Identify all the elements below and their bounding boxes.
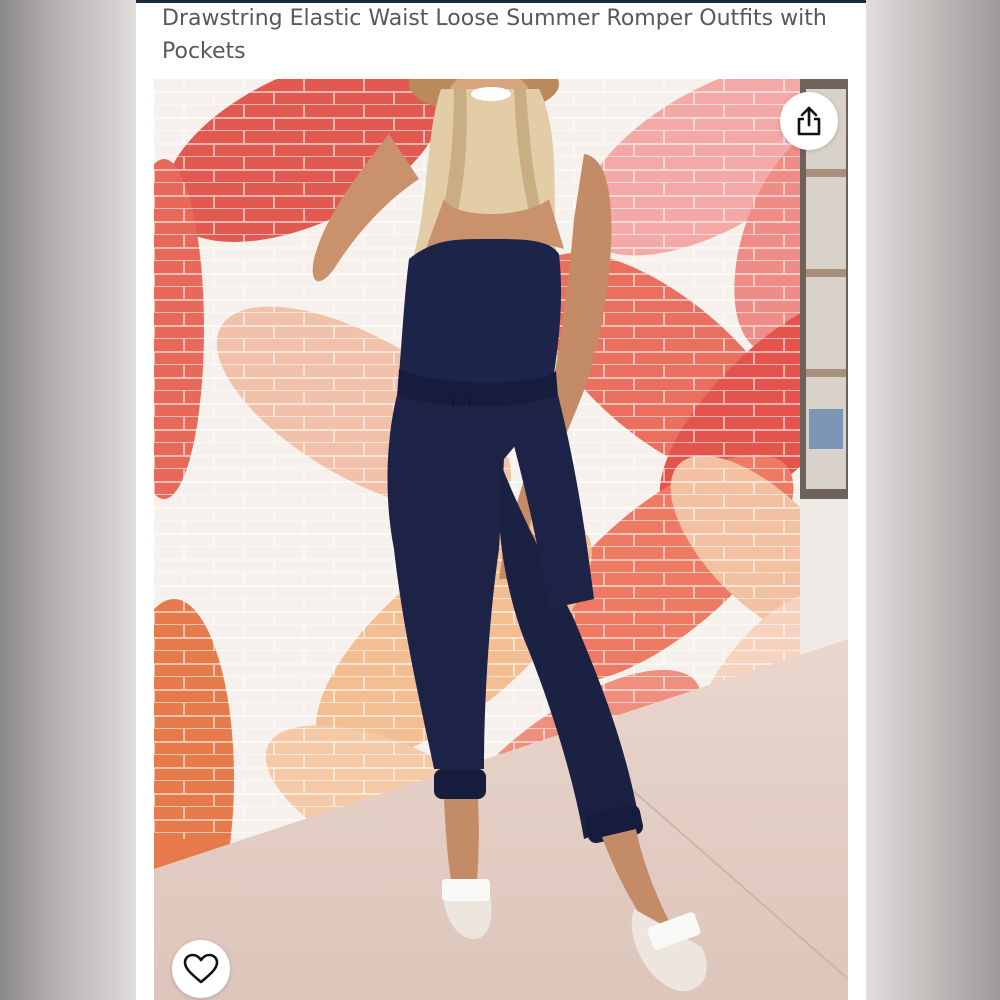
share-button[interactable] [780,92,838,150]
product-title: Drawstring Elastic Waist Loose Summer Ro… [162,6,827,64]
product-photo-illustration [154,79,848,1000]
product-panel: Drawstring Elastic Waist Loose Summer Ro… [136,0,866,1000]
wishlist-button[interactable] [172,940,230,998]
heart-outline-icon [183,953,219,984]
product-image[interactable] [154,79,848,1000]
share-icon [797,106,821,136]
